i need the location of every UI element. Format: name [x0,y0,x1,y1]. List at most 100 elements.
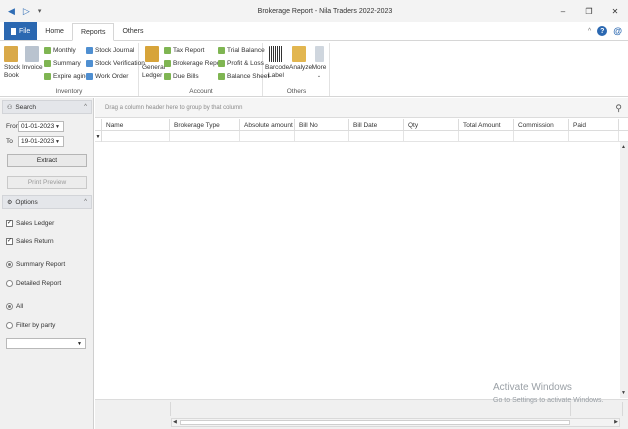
customize-dropdown-icon[interactable]: ▾ [38,7,42,15]
sales-return-checkbox[interactable]: ✓ Sales Return [6,238,54,245]
filter-by-party-radio[interactable]: Filter by party [6,322,55,329]
filter-row-indicator: ▼ [95,131,102,142]
work-order-button[interactable]: Work Order [86,73,128,80]
stock-book-button[interactable]: Stock Book [4,46,20,80]
filter-cell-total-amount[interactable] [459,131,514,142]
monthly-button[interactable]: Monthly [44,47,76,54]
from-date-input[interactable]: 01-01-2023 ▼ [18,121,64,132]
scroll-right-icon[interactable]: ▶ [614,419,618,425]
report-grid: Drag a column header here to group by th… [95,98,628,429]
dropdown-arrow-icon[interactable]: ▼ [77,341,82,347]
search-section-title: Search [15,103,36,111]
general-ledger-icon [145,46,159,62]
to-date-input[interactable]: 19-01-2023 ▼ [18,136,64,147]
filter-cell-commission[interactable] [514,131,569,142]
summary-button[interactable]: Summary [44,60,81,67]
general-ledger-button[interactable]: General Ledger [142,46,165,80]
detailed-report-radio[interactable]: Detailed Report [6,280,61,287]
radio-selected-icon [6,261,13,268]
watermark-title: Activate Windows [493,382,572,393]
file-icon [11,27,16,35]
invoice-button[interactable]: Invoice [22,46,43,72]
analyze-button[interactable]: Analyze [289,46,312,72]
search-icon[interactable]: ⚲ [615,103,622,114]
back-arrow-icon[interactable]: ◀ [8,6,15,17]
print-preview-button[interactable]: Print Preview [7,176,87,189]
scroll-thumb[interactable] [180,420,570,425]
analyze-icon [292,46,306,62]
left-panel: ⚇ Search ^ From 01-01-2023 ▼ To 19-01-20… [0,98,94,429]
search-binoculars-icon: ⚇ [7,104,13,111]
scroll-left-icon[interactable]: ◀ [173,419,177,425]
close-button[interactable]: ✕ [602,7,628,16]
brokerage-report-button[interactable]: Brokerage Report [164,60,224,67]
others-group-label: Others [286,88,307,95]
inventory-group-label: Inventory [55,88,83,95]
restore-button[interactable]: ❐ [576,7,602,16]
tab-others[interactable]: Others [114,22,151,40]
dropdown-arrow-icon[interactable]: ▼ [55,139,60,145]
group-by-panel[interactable]: Drag a column header here to group by th… [95,98,628,118]
summary-report-radio[interactable]: Summary Report [6,261,65,268]
tax-report-button[interactable]: Tax Report [164,47,204,54]
column-header-paid[interactable]: Paid [569,119,619,131]
column-header-bill-no[interactable]: Bill No [295,119,349,131]
all-radio[interactable]: All [6,303,23,310]
tab-reports[interactable]: Reports [71,23,115,41]
profit-loss-button[interactable]: Profit & Loss [218,60,264,67]
filter-cell-bill-no[interactable] [295,131,349,142]
checkbox-checked-icon: ✓ [6,220,13,227]
scroll-up-icon[interactable]: ▲ [621,144,626,150]
horizontal-scrollbar[interactable]: ◀ ▶ [171,418,620,427]
filter-cell-absolute-amount[interactable] [240,131,295,142]
dropdown-arrow-icon[interactable]: ▼ [55,124,60,130]
column-header-bill-date[interactable]: Bill Date [349,119,404,131]
more-dropdown-icon: ⌄ [316,73,322,79]
stock-journal-button[interactable]: Stock Journal [86,47,134,54]
column-header-commission[interactable]: Commission [514,119,569,131]
column-header-qty[interactable]: Qty [404,119,459,131]
barcode-label-button[interactable]: Barcode Label [265,46,289,80]
filter-cell-brokerage-type[interactable] [170,131,240,142]
account-group-label: Account [189,88,213,95]
row-indicator-header [95,119,102,131]
ribbon-tab-bar: File Home Reports Others ^ ? @ [0,22,628,41]
ribbon-group-account: General Ledger Tax Report Brokerage Repo… [140,43,269,96]
more-button[interactable]: More ⌄ [311,46,327,80]
watermark-subtitle: Go to Settings to activate Windows. [493,397,604,404]
filter-row[interactable]: ▼ [95,131,628,142]
party-select[interactable]: ▼ [6,338,86,349]
scroll-down-icon[interactable]: ▼ [621,390,626,396]
ribbon-group-others: Barcode Label Analyze More ⌄ Others [264,43,330,96]
column-header-total-amount[interactable]: Total Amount [459,119,514,131]
filter-cell-qty[interactable] [404,131,459,142]
column-header-absolute-amount[interactable]: Absolute amount [240,119,295,131]
minimize-button[interactable]: – [550,7,576,16]
help-icon[interactable]: ? [597,26,608,36]
due-bills-button[interactable]: Due Bills [164,73,199,80]
filter-cell-bill-date[interactable] [349,131,404,142]
stock-verification-button[interactable]: Stock Verification [86,60,145,67]
group-by-hint: Drag a column header here to group by th… [105,104,243,111]
due-bills-icon [164,73,171,80]
options-section-header[interactable]: ⚙ Options ^ [2,195,92,209]
trial-balance-button[interactable]: Trial Balance [218,47,265,54]
extract-button[interactable]: Extract [7,154,87,167]
column-header-brokerage-type[interactable]: Brokerage Type [170,119,240,131]
expire-aging-icon [44,73,51,80]
title-bar: ◀ ▷ ▾ Brokerage Report - Nila Traders 20… [0,0,628,22]
filter-cell-paid[interactable] [569,131,619,142]
collapse-ribbon-icon[interactable]: ^ [588,28,591,35]
at-sign-icon[interactable]: @ [613,26,622,36]
column-header-name[interactable]: Name [102,119,170,131]
expire-aging-button[interactable]: Expire aging [44,73,89,80]
sales-ledger-checkbox[interactable]: ✓ Sales Ledger [6,220,54,227]
forward-arrow-icon[interactable]: ▷ [23,6,30,17]
filter-cell-name[interactable] [102,131,170,142]
balance-sheet-button[interactable]: Balance Sheet [218,73,269,80]
work-order-icon [86,73,93,80]
tab-home[interactable]: Home [37,22,72,40]
tab-file[interactable]: File [4,22,38,40]
vertical-scrollbar[interactable]: ▲ ▼ [620,142,628,398]
search-section-header[interactable]: ⚇ Search ^ [2,100,92,114]
